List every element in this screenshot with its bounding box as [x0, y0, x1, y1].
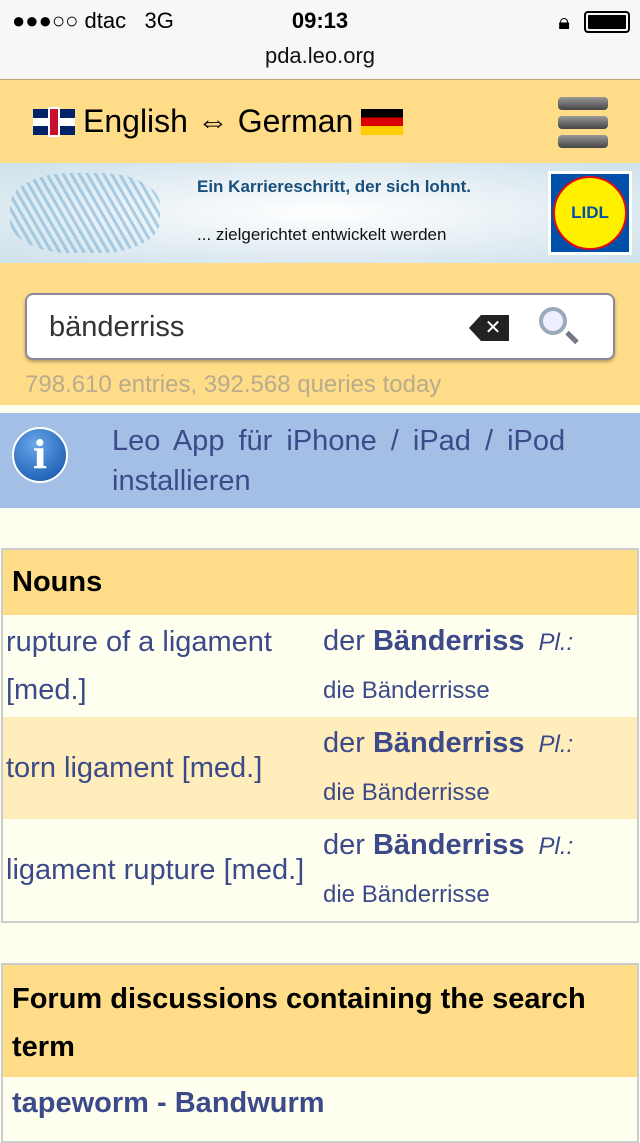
english-term[interactable]: rupture of a ligament [med.] [3, 615, 323, 717]
logo-text: LIDL [553, 176, 627, 250]
german-flag-icon [361, 108, 404, 135]
advertisement-banner[interactable]: Ein Karriereschritt, der sich lohnt. ...… [0, 163, 640, 263]
section-title: Nouns [3, 550, 637, 615]
battery-icon [584, 11, 630, 33]
app-install-link[interactable]: Leo App für iPhone / iPad / iPod install… [112, 421, 610, 501]
table-row: ligament rupture [med.] der Bänderriss Pl… [3, 819, 637, 921]
clear-icon[interactable]: ✕ [469, 315, 509, 341]
info-icon: i [12, 427, 68, 483]
app-install-banner[interactable]: i Leo App für iPhone / iPad / iPod insta… [0, 413, 640, 508]
english-term[interactable]: ligament rupture [med.] [3, 819, 323, 921]
plural-form: die Bänderrisse [323, 677, 490, 704]
table-row: torn ligament [med.] der Bänderriss Pl.: d… [3, 717, 637, 819]
uk-flag-icon [33, 108, 75, 135]
plural-form: die Bänderrisse [323, 881, 490, 908]
rotation-lock-icon: 🔒︎ [558, 9, 570, 34]
plural-form: die Bänderrisse [323, 779, 490, 806]
plural-label: Pl.: [538, 629, 574, 656]
german-term[interactable]: Bänderriss [373, 625, 525, 657]
search-stats: 798.610 entries, 392.568 queries today [25, 371, 442, 398]
lidl-logo: LIDL [548, 171, 632, 255]
swap-arrow: ⇔ [196, 103, 229, 139]
clock: 09:13 [291, 8, 349, 33]
article: der [323, 829, 365, 861]
url-text: pda.leo.org [264, 43, 376, 68]
search-box: ✕ [25, 293, 615, 360]
lang-from[interactable]: English [83, 103, 188, 140]
table-row: rupture of a ligament [med.] der Bänderr… [3, 615, 637, 717]
status-bar: ●●●○○ dtac 3G 09:13 🔒︎ [0, 0, 640, 40]
article: der [323, 625, 365, 657]
menu-button[interactable] [558, 97, 608, 154]
plural-label: Pl.: [538, 833, 574, 860]
search-area: ✕ 798.610 entries, 392.568 queries today [0, 263, 640, 405]
footprints-graphic [10, 173, 160, 253]
lang-to[interactable]: German [238, 103, 354, 140]
forum-section: Forum discussions containing the search … [1, 963, 639, 1143]
section-title: Forum discussions containing the search … [3, 965, 637, 1077]
plural-label: Pl.: [538, 731, 574, 758]
german-term[interactable]: Bänderriss [373, 829, 525, 861]
search-input[interactable] [49, 307, 449, 347]
ad-subline: ... zielgerichtet entwickelt werden [197, 225, 447, 244]
address-bar[interactable]: pda.leo.org [0, 40, 640, 80]
nouns-table: Nouns rupture of a ligament [med.] der B… [1, 548, 639, 923]
language-header: English ⇔ German [0, 80, 640, 163]
english-term[interactable]: torn ligament [med.] [3, 717, 323, 819]
article: der [323, 727, 365, 759]
forum-link[interactable]: tapeworm - Bandwurm [3, 1077, 637, 1130]
german-term[interactable]: Bänderriss [373, 727, 525, 759]
ad-headline: Ein Karriereschritt, der sich lohnt. [197, 177, 471, 196]
search-icon[interactable] [539, 307, 567, 335]
